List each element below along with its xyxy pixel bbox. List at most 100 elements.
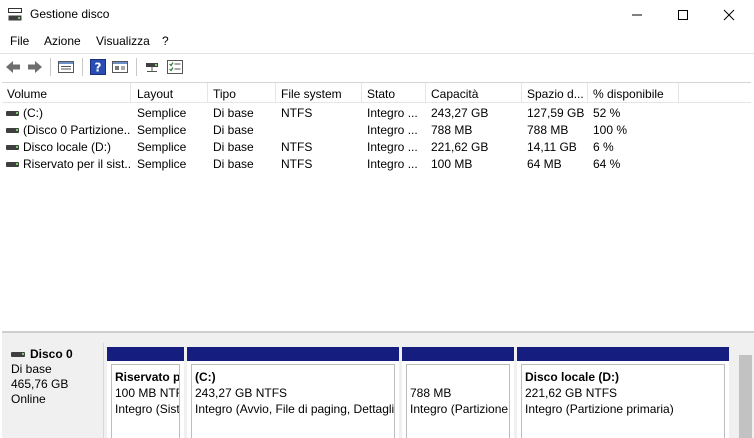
cell-file-system: NTFS <box>281 140 313 154</box>
cell-tipo: Di base <box>213 140 254 154</box>
disk-name-label: Disco 0 <box>30 347 73 361</box>
partition-d[interactable]: Disco locale (D:) 221,62 GB NTFS Integro… <box>517 347 729 438</box>
table-row[interactable]: (Disco 0 Partizione... Semplice Di base … <box>2 122 751 139</box>
menu-visualizza[interactable]: Visualizza <box>96 34 150 48</box>
partition-status: Integro (Partizione primaria) <box>525 402 674 416</box>
partition-size: 788 MB <box>410 386 452 400</box>
cell-percent-disponibile: 100 % <box>593 123 628 137</box>
disk-graphical-view: Disco 0 Di base 465,76 GB Online Riserva… <box>2 331 754 438</box>
cell-capacita: 100 MB <box>431 157 473 171</box>
properties-icon[interactable] <box>111 58 129 76</box>
partition-bar <box>187 347 399 361</box>
cell-tipo: Di base <box>213 157 254 171</box>
menu-azione[interactable]: Azione <box>44 34 81 48</box>
table-row[interactable]: (C:) Semplice Di base NTFS Integro ... 2… <box>2 105 751 122</box>
partition-name <box>410 369 509 385</box>
disk-type: Di base <box>11 362 52 376</box>
partition-body: Riservato p 100 MB NTF Integro (Sist <box>111 364 180 438</box>
toolbar-separator <box>82 58 83 76</box>
partition-size: 243,27 GB NTFS <box>195 386 288 400</box>
cell-tipo: Di base <box>213 106 254 120</box>
partition-status: Integro (Partizione <box>410 402 509 416</box>
cell-spazio-disponibile: 64 MB <box>527 157 562 171</box>
partition-status: Integro (Sist <box>115 402 180 416</box>
cell-stato: Integro ... <box>367 123 418 137</box>
svg-text:?: ? <box>95 61 102 75</box>
partition-c[interactable]: (C:) 243,27 GB NTFS Integro (Avvio, File… <box>187 347 399 438</box>
volume-icon <box>6 128 19 133</box>
partition-bar <box>107 347 184 361</box>
cell-volume: Riservato per il sist... <box>23 157 131 171</box>
disk-name: Disco 0 <box>11 347 103 362</box>
cell-spazio-disponibile: 14,11 GB <box>527 140 577 154</box>
table-row[interactable]: Disco locale (D:) Semplice Di base NTFS … <box>2 139 751 156</box>
cell-volume: Disco locale (D:) <box>23 140 112 154</box>
menu-help[interactable]: ? <box>162 34 169 48</box>
help-icon[interactable]: ? <box>89 58 107 76</box>
partition-name: Riservato p <box>115 370 180 384</box>
cell-layout: Semplice <box>137 157 187 171</box>
column-header-capacita[interactable]: Capacità <box>426 83 522 103</box>
cell-spazio-disponibile: 788 MB <box>527 123 569 137</box>
cell-tipo: Di base <box>213 123 254 137</box>
column-header-layout[interactable]: Layout <box>132 83 208 103</box>
volume-icon <box>6 162 19 167</box>
close-button[interactable] <box>706 0 752 30</box>
column-header-tipo[interactable]: Tipo <box>208 83 276 103</box>
partition-size: 221,62 GB NTFS <box>525 386 618 400</box>
partition-body: (C:) 243,27 GB NTFS Integro (Avvio, File… <box>191 364 395 438</box>
partition-reserved[interactable]: Riservato p 100 MB NTF Integro (Sist <box>107 347 184 438</box>
maximize-button[interactable] <box>660 0 706 30</box>
window-title: Gestione disco <box>30 7 110 21</box>
partition-body: 788 MB Integro (Partizione <box>406 364 510 438</box>
partition-bar <box>402 347 514 361</box>
cell-capacita: 243,27 GB <box>431 106 489 120</box>
partition-status: Integro (Avvio, File di paging, Dettagli <box>195 402 395 416</box>
toolbar: ? <box>0 53 754 79</box>
cell-capacita: 221,62 GB <box>431 140 489 154</box>
cell-stato: Integro ... <box>367 157 418 171</box>
connect-icon[interactable] <box>143 58 161 76</box>
cell-layout: Semplice <box>137 123 187 137</box>
minimize-button[interactable] <box>614 0 660 30</box>
title-bar: Gestione disco <box>0 0 754 30</box>
partition-bar <box>517 347 729 361</box>
column-header-volume[interactable]: Volume <box>2 83 131 103</box>
menu-bar: File Azione Visualizza ? <box>0 31 754 51</box>
column-header-percent-disponibile[interactable]: % disponibile <box>588 83 679 103</box>
toolbar-separator <box>50 58 51 76</box>
partition-recovery[interactable]: 788 MB Integro (Partizione <box>402 347 514 438</box>
volume-icon <box>6 145 19 150</box>
disk-info-panel[interactable]: Disco 0 Di base 465,76 GB Online <box>2 343 104 438</box>
cell-stato: Integro ... <box>367 140 418 154</box>
cell-percent-disponibile: 52 % <box>593 106 621 120</box>
toolbar-separator <box>136 58 137 76</box>
partition-name: (C:) <box>195 370 216 384</box>
back-icon[interactable] <box>4 58 22 76</box>
cell-file-system: NTFS <box>281 106 313 120</box>
cell-percent-disponibile: 64 % <box>593 157 621 171</box>
cell-file-system: NTFS <box>281 157 313 171</box>
forward-icon[interactable] <box>26 58 44 76</box>
column-headers: Volume Layout Tipo File system Stato Cap… <box>2 83 751 103</box>
partition-body: Disco locale (D:) 221,62 GB NTFS Integro… <box>521 364 725 438</box>
cell-spazio-disponibile: 127,59 GB <box>527 106 585 120</box>
partition-name: Disco locale (D:) <box>525 370 620 384</box>
scrollbar-thumb[interactable] <box>739 355 752 438</box>
close-icon <box>723 9 735 21</box>
vertical-scrollbar[interactable] <box>737 345 754 438</box>
cell-volume: (Disco 0 Partizione... <box>23 123 131 137</box>
menu-file[interactable]: File <box>10 34 29 48</box>
disk-icon <box>11 352 25 357</box>
minimize-icon <box>632 14 642 16</box>
checklist-icon[interactable] <box>166 58 184 76</box>
cell-volume: (C:) <box>23 106 43 120</box>
volume-list[interactable]: Volume Layout Tipo File system Stato Cap… <box>2 82 751 328</box>
list-view-icon[interactable] <box>57 58 75 76</box>
column-header-file-system[interactable]: File system <box>276 83 362 103</box>
maximize-icon <box>678 10 688 20</box>
cell-layout: Semplice <box>137 106 187 120</box>
column-header-stato[interactable]: Stato <box>362 83 426 103</box>
column-header-spazio-disponibile[interactable]: Spazio d... <box>522 83 588 103</box>
table-row[interactable]: Riservato per il sist... Semplice Di bas… <box>2 156 751 173</box>
